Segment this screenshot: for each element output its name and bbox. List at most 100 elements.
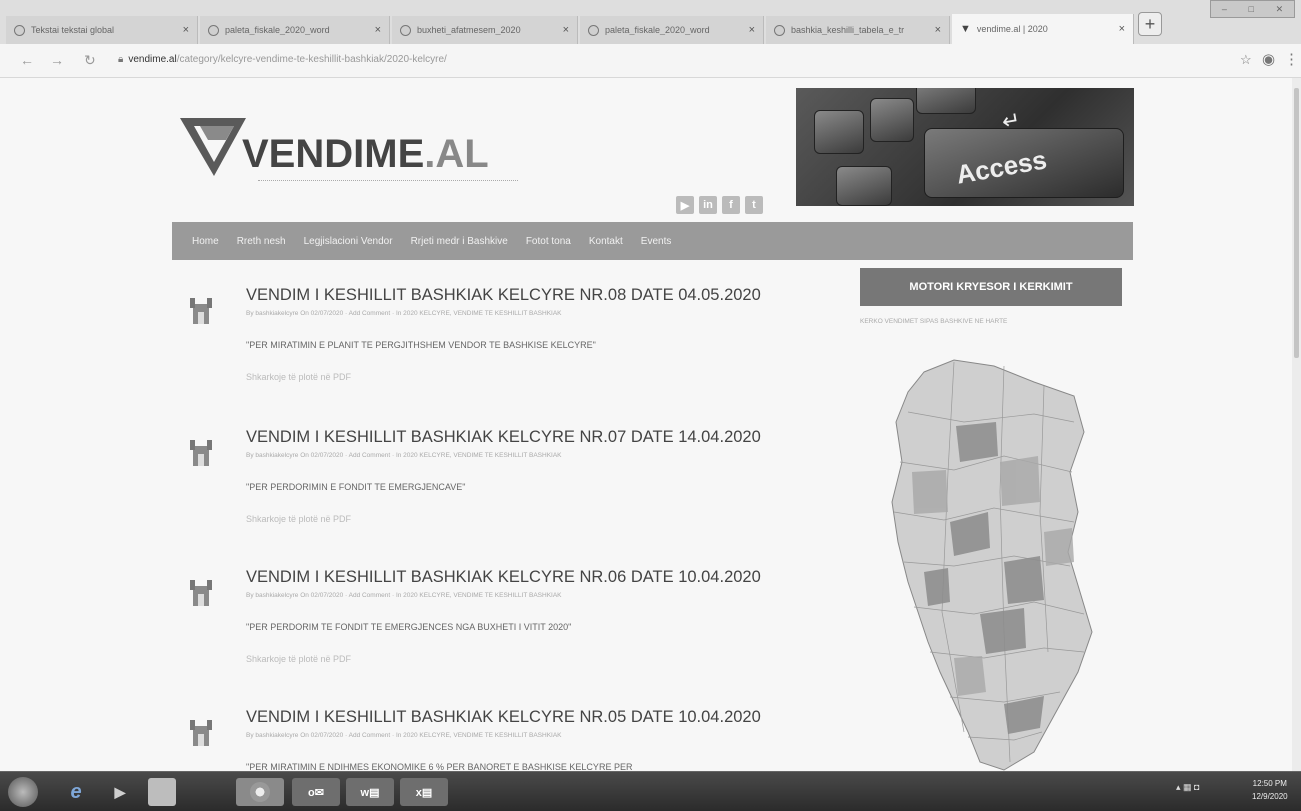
municipality-emblem-icon xyxy=(190,580,212,606)
tab-label: buxheti_afatmesem_2020 xyxy=(417,25,521,35)
pdf-download-link[interactable]: Shkarkoje të plotë në PDF xyxy=(246,654,351,664)
site-logo[interactable]: VENDIME.AL xyxy=(178,110,518,190)
post-title-link[interactable]: VENDIM I KESHILLIT BASHKIAK KELCYRE NR.0… xyxy=(246,286,761,305)
outlook-icon[interactable]: o✉ xyxy=(292,778,340,806)
word-icon[interactable]: w▤ xyxy=(346,778,394,806)
post-description: "PER PERDORIMIN E FONDIT TE EMERGJENCAVE… xyxy=(246,482,466,492)
logo-tagline xyxy=(258,180,518,183)
albania-municipalities-map[interactable] xyxy=(884,352,1104,772)
logo-v-mark-icon xyxy=(180,118,246,176)
scrollbar-thumb[interactable] xyxy=(1294,88,1299,358)
close-icon[interactable]: × xyxy=(1119,23,1125,35)
tab-label: paleta_fiskale_2020_word xyxy=(605,25,710,35)
close-icon[interactable]: × xyxy=(183,24,189,36)
globe-icon xyxy=(14,24,25,36)
browser-tab[interactable]: paleta_fiskale_2020_word × xyxy=(580,16,764,44)
globe-icon xyxy=(208,24,219,36)
post-item: VENDIM I KESHILLIT BASHKIAK KELCYRE NR.0… xyxy=(186,428,836,528)
profile-icon[interactable]: ◉ xyxy=(1262,50,1275,68)
pdf-download-link[interactable]: Shkarkoje të plotë në PDF xyxy=(246,372,351,382)
post-meta: By bashkiakelcyre On 02/07/2020 · Add Co… xyxy=(246,732,562,739)
post-item: VENDIM I KESHILLIT BASHKIAK KELCYRE NR.0… xyxy=(186,708,836,772)
post-title-link[interactable]: VENDIM I KESHILLIT BASHKIAK KELCYRE NR.0… xyxy=(246,568,761,587)
vendime-favicon-icon: ▼ xyxy=(960,23,971,35)
keyboard-key xyxy=(870,98,914,142)
pdf-download-link[interactable]: Shkarkoje të plotë në PDF xyxy=(246,514,351,524)
windows-taskbar: e ▶ o✉ w▤ x▤ ▴ ▦ ◘ 12:50 PM 12/9/2020 xyxy=(0,771,1301,811)
municipality-emblem-icon xyxy=(190,720,212,746)
youtube-icon[interactable]: ▶ xyxy=(676,196,694,214)
new-tab-button[interactable]: + xyxy=(1138,12,1162,36)
reload-icon[interactable]: ↻ xyxy=(84,52,96,69)
post-description: "PER MIRATIMIN E PLANIT TE PERGJITHSHEM … xyxy=(246,340,596,350)
browser-tab[interactable]: buxheti_afatmesem_2020 × xyxy=(392,16,578,44)
browser-tab[interactable]: bashkia_keshilli_tabela_e_tr × xyxy=(766,16,950,44)
star-bookmark-icon[interactable]: ☆ xyxy=(1240,52,1252,68)
browser-tab-active[interactable]: ▼ vendime.al | 2020 × xyxy=(952,14,1134,44)
browser-toolbar: ← → ↻ 🔒︎ vendime.al/category/kelcyre-vend… xyxy=(0,44,1301,78)
nav-item-about[interactable]: Rreth nesh xyxy=(237,236,286,247)
social-links: ▶ in f t xyxy=(676,196,763,214)
nav-item-legislation[interactable]: Legjislacioni Vendor xyxy=(304,236,393,247)
tab-label: Tekstai tekstai global xyxy=(31,25,115,35)
nav-item-contact[interactable]: Kontakt xyxy=(589,236,623,247)
system-tray[interactable]: ▴ ▦ ◘ xyxy=(1176,782,1199,793)
tab-label: bashkia_keshilli_tabela_e_tr xyxy=(791,25,905,35)
post-item: VENDIM I KESHILLIT BASHKIAK KELCYRE NR.0… xyxy=(186,286,836,386)
post-title-link[interactable]: VENDIM I KESHILLIT BASHKIAK KELCYRE NR.0… xyxy=(246,708,761,727)
close-icon[interactable]: × xyxy=(935,24,941,36)
close-icon[interactable]: × xyxy=(749,24,755,36)
facebook-icon[interactable]: f xyxy=(722,196,740,214)
linkedin-icon[interactable]: in xyxy=(699,196,717,214)
forward-arrow-icon[interactable]: → xyxy=(50,52,64,68)
close-window-icon[interactable]: ✕ xyxy=(1276,4,1284,15)
globe-icon xyxy=(400,24,411,36)
lock-icon: 🔒︎ xyxy=(118,54,124,65)
logo-text: VENDIME.AL xyxy=(242,132,489,176)
window-controls: – □ ✕ xyxy=(1210,0,1295,18)
maximize-icon[interactable]: □ xyxy=(1249,4,1254,14)
chrome-taskbar-icon[interactable] xyxy=(236,778,284,806)
main-navigation: Home Rreth nesh Legjislacioni Vendor Rrj… xyxy=(172,222,1133,260)
nav-item-photos[interactable]: Fotot tona xyxy=(526,236,571,247)
clock-date: 12/9/2020 xyxy=(1252,792,1288,801)
close-icon[interactable]: × xyxy=(375,24,381,36)
globe-icon xyxy=(774,24,785,36)
clock-time: 12:50 PM xyxy=(1252,779,1287,788)
excel-icon[interactable]: x▤ xyxy=(400,778,448,806)
url-path: /category/kelcyre-vendime-te-keshillit-b… xyxy=(176,54,447,65)
search-engine-button[interactable]: MOTORI KRYESOR I KERKIMIT xyxy=(860,268,1122,306)
internet-explorer-icon[interactable]: e xyxy=(62,778,90,806)
browser-tab-strip: Tekstai tekstai global × paleta_fiskale_… xyxy=(0,0,1301,44)
browser-tab[interactable]: Tekstai tekstai global × xyxy=(6,16,198,44)
header-banner-image: ↵ Access xyxy=(796,88,1134,206)
nav-item-home[interactable]: Home xyxy=(192,236,219,247)
tab-label: paleta_fiskale_2020_word xyxy=(225,25,330,35)
nav-item-network[interactable]: Rrjeti medr i Bashkive xyxy=(411,236,508,247)
menu-dots-icon[interactable]: ⋮ xyxy=(1284,50,1299,68)
twitter-icon[interactable]: t xyxy=(745,196,763,214)
nav-item-events[interactable]: Events xyxy=(641,236,672,247)
post-meta: By bashkiakelcyre On 02/07/2020 · Add Co… xyxy=(246,452,562,459)
taskbar-clock[interactable]: 12:50 PM 12/9/2020 xyxy=(1252,777,1288,803)
close-icon[interactable]: × xyxy=(563,24,569,36)
post-title-link[interactable]: VENDIM I KESHILLIT BASHKIAK KELCYRE NR.0… xyxy=(246,428,761,447)
municipality-emblem-icon xyxy=(190,298,212,324)
keyboard-key xyxy=(814,110,864,154)
media-player-icon[interactable]: ▶ xyxy=(106,778,134,806)
file-explorer-icon[interactable] xyxy=(148,778,176,806)
municipality-emblem-icon xyxy=(190,440,212,466)
back-arrow-icon[interactable]: ← xyxy=(20,52,34,68)
browser-tab[interactable]: paleta_fiskale_2020_word × xyxy=(200,16,390,44)
post-item: VENDIM I KESHILLIT BASHKIAK KELCYRE NR.0… xyxy=(186,568,836,668)
keyboard-key xyxy=(916,88,976,114)
post-meta: By bashkiakelcyre On 02/07/2020 · Add Co… xyxy=(246,592,562,599)
enter-arrow-icon: ↵ xyxy=(999,106,1023,135)
address-bar[interactable]: 🔒︎ vendime.al/category/kelcyre-vendime-te… xyxy=(118,54,447,65)
globe-icon xyxy=(588,24,599,36)
tab-label: vendime.al | 2020 xyxy=(976,24,1048,34)
start-button[interactable] xyxy=(8,777,38,807)
post-meta: By bashkiakelcyre On 02/07/2020 · Add Co… xyxy=(246,310,562,317)
minimize-icon[interactable]: – xyxy=(1222,4,1227,14)
url-domain: vendime.al xyxy=(128,54,177,65)
